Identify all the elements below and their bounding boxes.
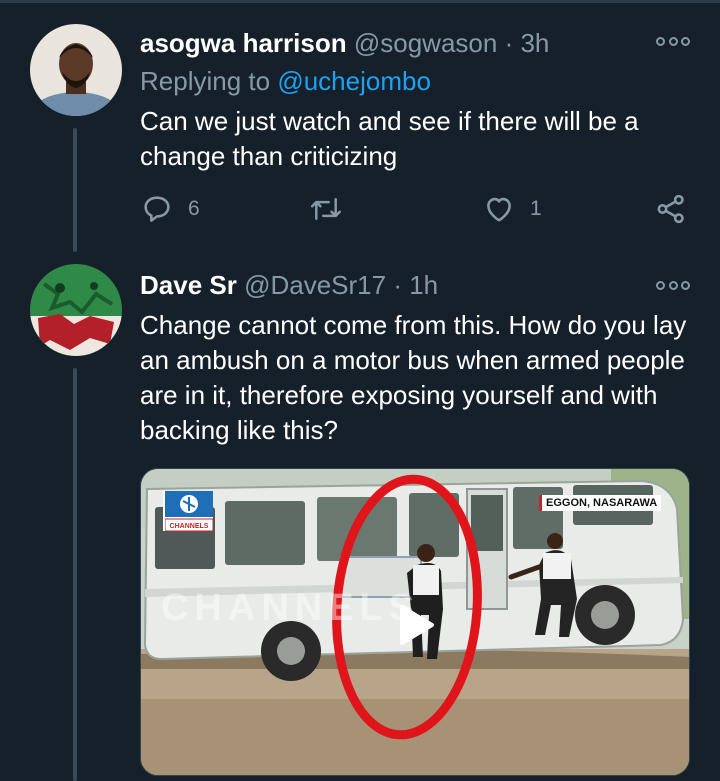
retweet-button[interactable] [308,192,358,226]
avatar[interactable] [30,264,122,356]
heart-icon [487,197,511,222]
thread-connector-line [73,128,77,252]
retweet-icon [310,198,342,220]
play-icon[interactable] [386,595,446,655]
mention-link[interactable]: @uchejombo [277,66,431,96]
author-line: asogwa harrison @sogwason · 3h [140,28,549,59]
more-options-icon[interactable] [656,34,690,48]
like-button[interactable]: 1 [482,192,542,226]
logo-text: CHANNELS [170,523,209,530]
thread-connector-line [73,368,77,781]
channels-watermark: CHANNELS [161,587,421,629]
share-button[interactable] [654,192,688,226]
share-icon [657,194,684,224]
more-options-icon[interactable] [656,278,690,292]
top-divider [0,0,720,3]
reply-button[interactable]: 6 [140,192,200,226]
timestamp[interactable]: · 1h [393,270,438,300]
location-tag: EGGON, NASARAWA [539,495,662,511]
action-bar: 6 1 [140,192,700,232]
video-thumbnail[interactable]: CHANNELS EGGON, NASARAWA CHANNELS [140,468,690,776]
channels-logo: CHANNELS [165,491,213,533]
reply-count: 6 [188,197,200,220]
display-name[interactable]: Dave Sr [140,270,237,300]
tweet-text: Can we just watch and see if there will … [140,106,639,171]
tweet-text: Change cannot come from this. How do you… [140,310,687,445]
author-line: Dave Sr @DaveSr17 · 1h [140,270,438,301]
timestamp[interactable]: · 3h [505,28,550,58]
username[interactable]: @sogwason [354,28,497,58]
username[interactable]: @DaveSr17 [244,270,386,300]
avatar[interactable] [30,24,122,116]
replying-to-line: Replying to @uchejombo [140,66,431,97]
display-name[interactable]: asogwa harrison [140,28,347,58]
like-count: 1 [530,197,542,220]
replying-to-label: Replying to [140,66,278,96]
reply-icon [144,196,170,222]
